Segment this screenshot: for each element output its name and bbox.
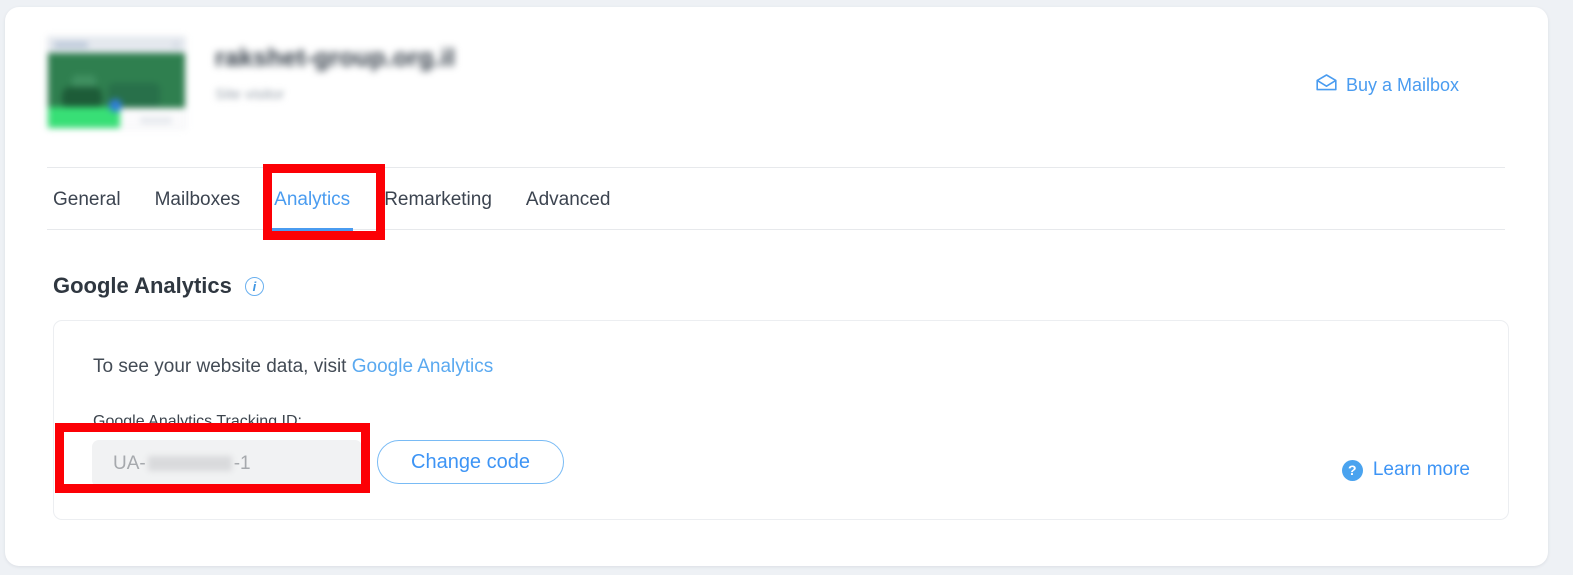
site-subtitle: Site visitor bbox=[215, 86, 285, 103]
main-panel: rakshet-group.org.il Site visitor Buy a … bbox=[5, 7, 1548, 566]
change-code-label: Change code bbox=[411, 450, 530, 473]
thumbnail-footer-chip bbox=[140, 117, 172, 124]
thumbnail-browser-dot bbox=[173, 42, 179, 48]
tab-mailboxes-label: Mailboxes bbox=[154, 189, 241, 210]
tab-general[interactable]: General bbox=[47, 167, 138, 232]
analytics-intro-text: To see your website data, visit Google A… bbox=[93, 356, 493, 378]
change-code-button[interactable]: Change code bbox=[377, 440, 564, 484]
thumbnail-blue-dot bbox=[109, 99, 122, 112]
tab-remarketing[interactable]: Remarketing bbox=[367, 167, 509, 232]
tab-active-notch-icon bbox=[305, 231, 320, 239]
website-preview-thumbnail bbox=[47, 36, 186, 129]
tracking-id-input[interactable]: UA- -1 bbox=[92, 440, 362, 487]
buy-a-mailbox-link[interactable]: Buy a Mailbox bbox=[1316, 74, 1459, 96]
mail-envelope-icon bbox=[1316, 74, 1337, 96]
tab-advanced-label: Advanced bbox=[525, 189, 611, 210]
google-analytics-card: To see your website data, visit Google A… bbox=[53, 320, 1509, 520]
thumbnail-url-bar bbox=[54, 42, 88, 48]
tab-analytics-label: Analytics bbox=[274, 189, 351, 210]
section-heading: Google Analytics i bbox=[53, 273, 264, 299]
tab-analytics[interactable]: Analytics bbox=[257, 167, 367, 239]
thumbnail-shape-a bbox=[62, 87, 102, 109]
site-domain-title: rakshet-group.org.il bbox=[215, 44, 456, 72]
analytics-intro-prefix: To see your website data, visit bbox=[93, 356, 352, 377]
tab-advanced[interactable]: Advanced bbox=[509, 167, 628, 232]
tab-remarketing-label: Remarketing bbox=[384, 189, 492, 210]
site-header: rakshet-group.org.il Site visitor Buy a … bbox=[47, 36, 1467, 136]
tracking-id-prefix: UA- bbox=[113, 452, 146, 474]
buy-a-mailbox-label: Buy a Mailbox bbox=[1345, 74, 1459, 95]
google-analytics-link[interactable]: Google Analytics bbox=[352, 356, 494, 377]
page-title: Google Analytics bbox=[53, 273, 232, 298]
learn-more-link[interactable]: ? Learn more bbox=[1341, 459, 1470, 481]
info-circle-icon[interactable]: i bbox=[244, 276, 264, 296]
tab-mailboxes[interactable]: Mailboxes bbox=[138, 167, 258, 232]
tracking-id-label: Google Analytics Tracking ID: bbox=[93, 413, 302, 430]
tracking-id-redacted-value bbox=[147, 456, 232, 471]
tab-general-label: General bbox=[53, 189, 121, 210]
thumbnail-green-band bbox=[48, 107, 120, 128]
analytics-settings-page: rakshet-group.org.il Site visitor Buy a … bbox=[0, 0, 1573, 575]
site-meta: rakshet-group.org.il Site visitor bbox=[215, 44, 455, 103]
help-question-circle-icon: ? bbox=[1341, 459, 1363, 481]
tracking-id-suffix: -1 bbox=[233, 452, 251, 474]
learn-more-label: Learn more bbox=[1372, 459, 1470, 480]
